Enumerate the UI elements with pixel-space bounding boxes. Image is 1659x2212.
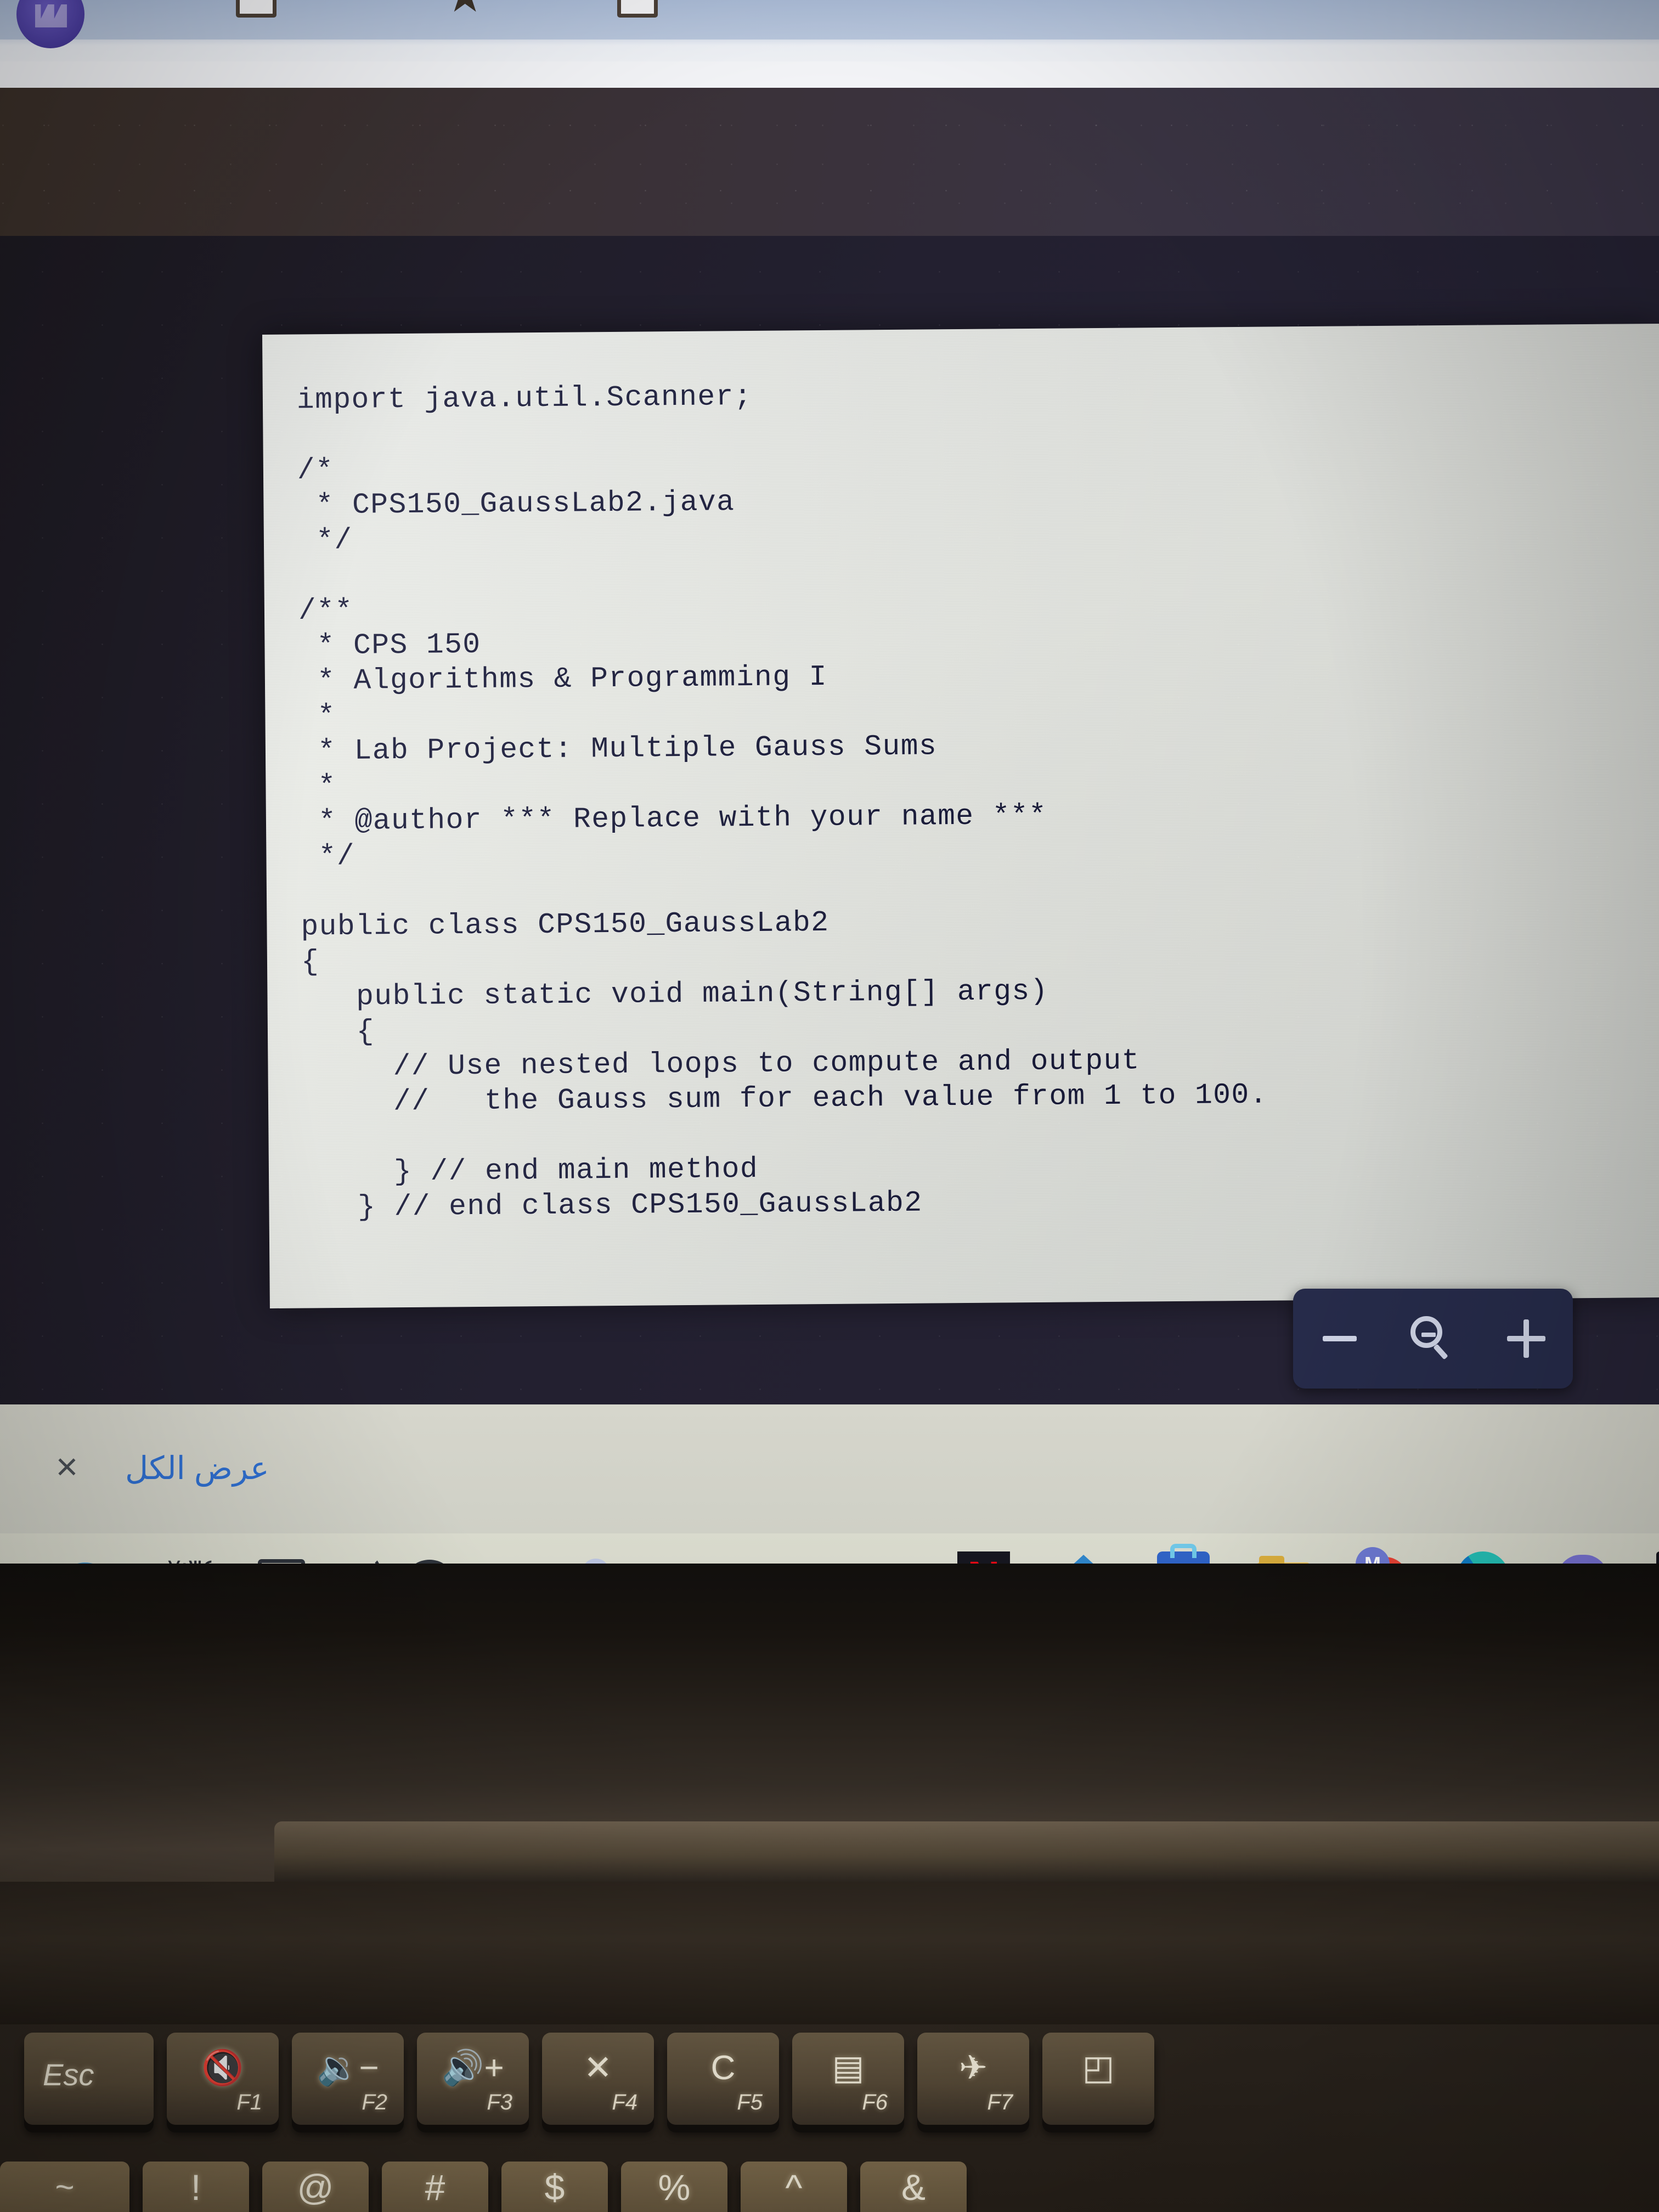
netflix-icon[interactable]: N — [957, 1551, 1010, 1564]
f5-key-refresh[interactable]: C F5 — [667, 2033, 779, 2125]
f5-key-refresh-fn-label: F5 — [737, 2090, 763, 2114]
f2-key-volume-down-glyph: 🔉− — [317, 2049, 379, 2087]
f5-key-refresh-glyph: C — [710, 2049, 736, 2087]
laptop-photo: ★ CPS150_GaussLab2.java Open with import… — [0, 0, 1659, 2212]
one-key-glyph: ! — [190, 2167, 201, 2208]
f2-key-volume-down[interactable]: 🔉− F2 — [292, 2033, 404, 2125]
language-indicator[interactable]: ENG — [482, 1559, 542, 1564]
overflow-app-icon[interactable] — [1656, 1551, 1659, 1564]
reset-zoom-button[interactable] — [1400, 1306, 1466, 1372]
f3-key-volume-up-fn-label: F3 — [487, 2090, 512, 2114]
keyboard-function-row: Esc 🔇 F1 🔉− F2 🔊+ F3 ✕ F4 C F5 ▤ F6 ✈ F7 ◰ — [0, 2033, 1659, 2148]
taskbar-apps: N M M — [957, 1544, 1659, 1564]
six-key-glyph: ^ — [785, 2167, 803, 2208]
minus-icon — [1323, 1336, 1357, 1341]
seven-key[interactable]: & — [860, 2162, 967, 2212]
plus-icon — [1507, 1319, 1545, 1358]
f7-key-airplane-mode-glyph: ✈ — [959, 2049, 988, 2087]
three-key[interactable]: # — [382, 2162, 488, 2212]
file-viewer-body: import java.util.Scanner; /* * CPS150_Ga… — [0, 236, 1659, 1404]
battery-icon[interactable] — [258, 1559, 305, 1564]
java-source-code: import java.util.Scanner; /* * CPS150_Ga… — [296, 380, 1268, 1224]
zoom-in-button[interactable] — [1493, 1306, 1559, 1372]
show-all-downloads-link[interactable]: عرض الكل — [125, 1449, 269, 1487]
f8-key-display[interactable]: ◰ — [1042, 2033, 1154, 2125]
one-key[interactable]: ! — [143, 2162, 249, 2212]
backtick-key[interactable]: ~ — [0, 2162, 129, 2212]
file-explorer-icon[interactable] — [1257, 1551, 1310, 1564]
laptop-screen: CPS150_GaussLab2.java Open with import j… — [0, 88, 1659, 1564]
esc-key[interactable]: Esc — [24, 2033, 154, 2125]
close-icon[interactable]: × — [46, 1447, 88, 1489]
f1-key-mute-glyph: 🔇 — [201, 2049, 244, 2087]
three-key-glyph: # — [425, 2167, 445, 2208]
weather-cloud-icon[interactable] — [571, 1559, 623, 1564]
browser-chrome: ★ — [0, 0, 1659, 88]
profile-avatar-icon[interactable] — [16, 0, 84, 48]
f4-key-mic-mute-glyph: ✕ — [584, 2049, 612, 2087]
volume-icon[interactable] — [334, 1556, 381, 1564]
f3-key-volume-up-glyph: 🔊+ — [442, 2049, 504, 2087]
two-key[interactable]: @ — [262, 2162, 369, 2212]
file-viewer-header — [0, 88, 1659, 236]
five-key[interactable]: % — [621, 2162, 727, 2212]
seven-key-glyph: & — [901, 2167, 926, 2208]
system-tray: ENG — [258, 1556, 682, 1564]
f8-key-display-glyph: ◰ — [1082, 2049, 1115, 2087]
wifi-icon[interactable] — [408, 1556, 453, 1564]
f6-key-touchpad[interactable]: ▤ F6 — [792, 2033, 904, 2125]
esc-key-label: Esc — [43, 2057, 94, 2092]
mail-icon[interactable] — [1057, 1551, 1110, 1564]
keyboard-number-row: ~! @ # $% ^ & — [0, 2162, 1659, 2212]
palm-rest — [0, 1882, 1659, 2024]
microsoft-edge-icon[interactable] — [1457, 1551, 1509, 1564]
f7-key-airplane-mode-fn-label: F7 — [987, 2090, 1013, 2114]
f1-key-mute-fn-label: F1 — [236, 2090, 262, 2114]
f6-key-touchpad-fn-label: F6 — [862, 2090, 888, 2114]
f4-key-mic-mute[interactable]: ✕ F4 — [542, 2033, 654, 2125]
backtick-key-glyph: ~ — [55, 2169, 75, 2205]
magnifier-zoom-out-icon — [1410, 1316, 1455, 1361]
taskbar-clock[interactable]: ٠٧:٣٤ ص ٤٣/٠٨/٢٧ — [116, 1551, 215, 1564]
four-key-glyph: $ — [544, 2167, 565, 2208]
microsoft-store-icon[interactable] — [1157, 1544, 1210, 1564]
browser-toolbar — [0, 61, 1659, 88]
f2-key-volume-down-fn-label: F2 — [362, 2090, 387, 2114]
f1-key-mute[interactable]: 🔇 F1 — [167, 2033, 279, 2125]
five-key-glyph: % — [658, 2167, 691, 2208]
window-icon[interactable] — [236, 0, 276, 18]
zoom-toolbar — [1293, 1289, 1573, 1389]
google-chrome-meet-icon[interactable]: M M — [1356, 1547, 1409, 1564]
four-key[interactable]: $ — [501, 2162, 608, 2212]
bookmark-star-icon[interactable]: ★ — [444, 0, 495, 13]
six-key[interactable]: ^ — [741, 2162, 847, 2212]
two-key-glyph: @ — [297, 2167, 334, 2208]
hinge-strip — [274, 1821, 1659, 1882]
clock-time: ٠٧:٣٤ ص — [116, 1551, 215, 1564]
zoom-icon[interactable] — [1556, 1551, 1609, 1564]
zoom-out-button[interactable] — [1307, 1306, 1373, 1372]
f4-key-mic-mute-fn-label: F4 — [612, 2090, 637, 2114]
f7-key-airplane-mode[interactable]: ✈ F7 — [917, 2033, 1029, 2125]
window-icon[interactable] — [617, 0, 658, 18]
f3-key-volume-up[interactable]: 🔊+ F3 — [417, 2033, 529, 2125]
document-page: import java.util.Scanner; /* * CPS150_Ga… — [262, 324, 1659, 1308]
f6-key-touchpad-glyph: ▤ — [832, 2049, 865, 2087]
